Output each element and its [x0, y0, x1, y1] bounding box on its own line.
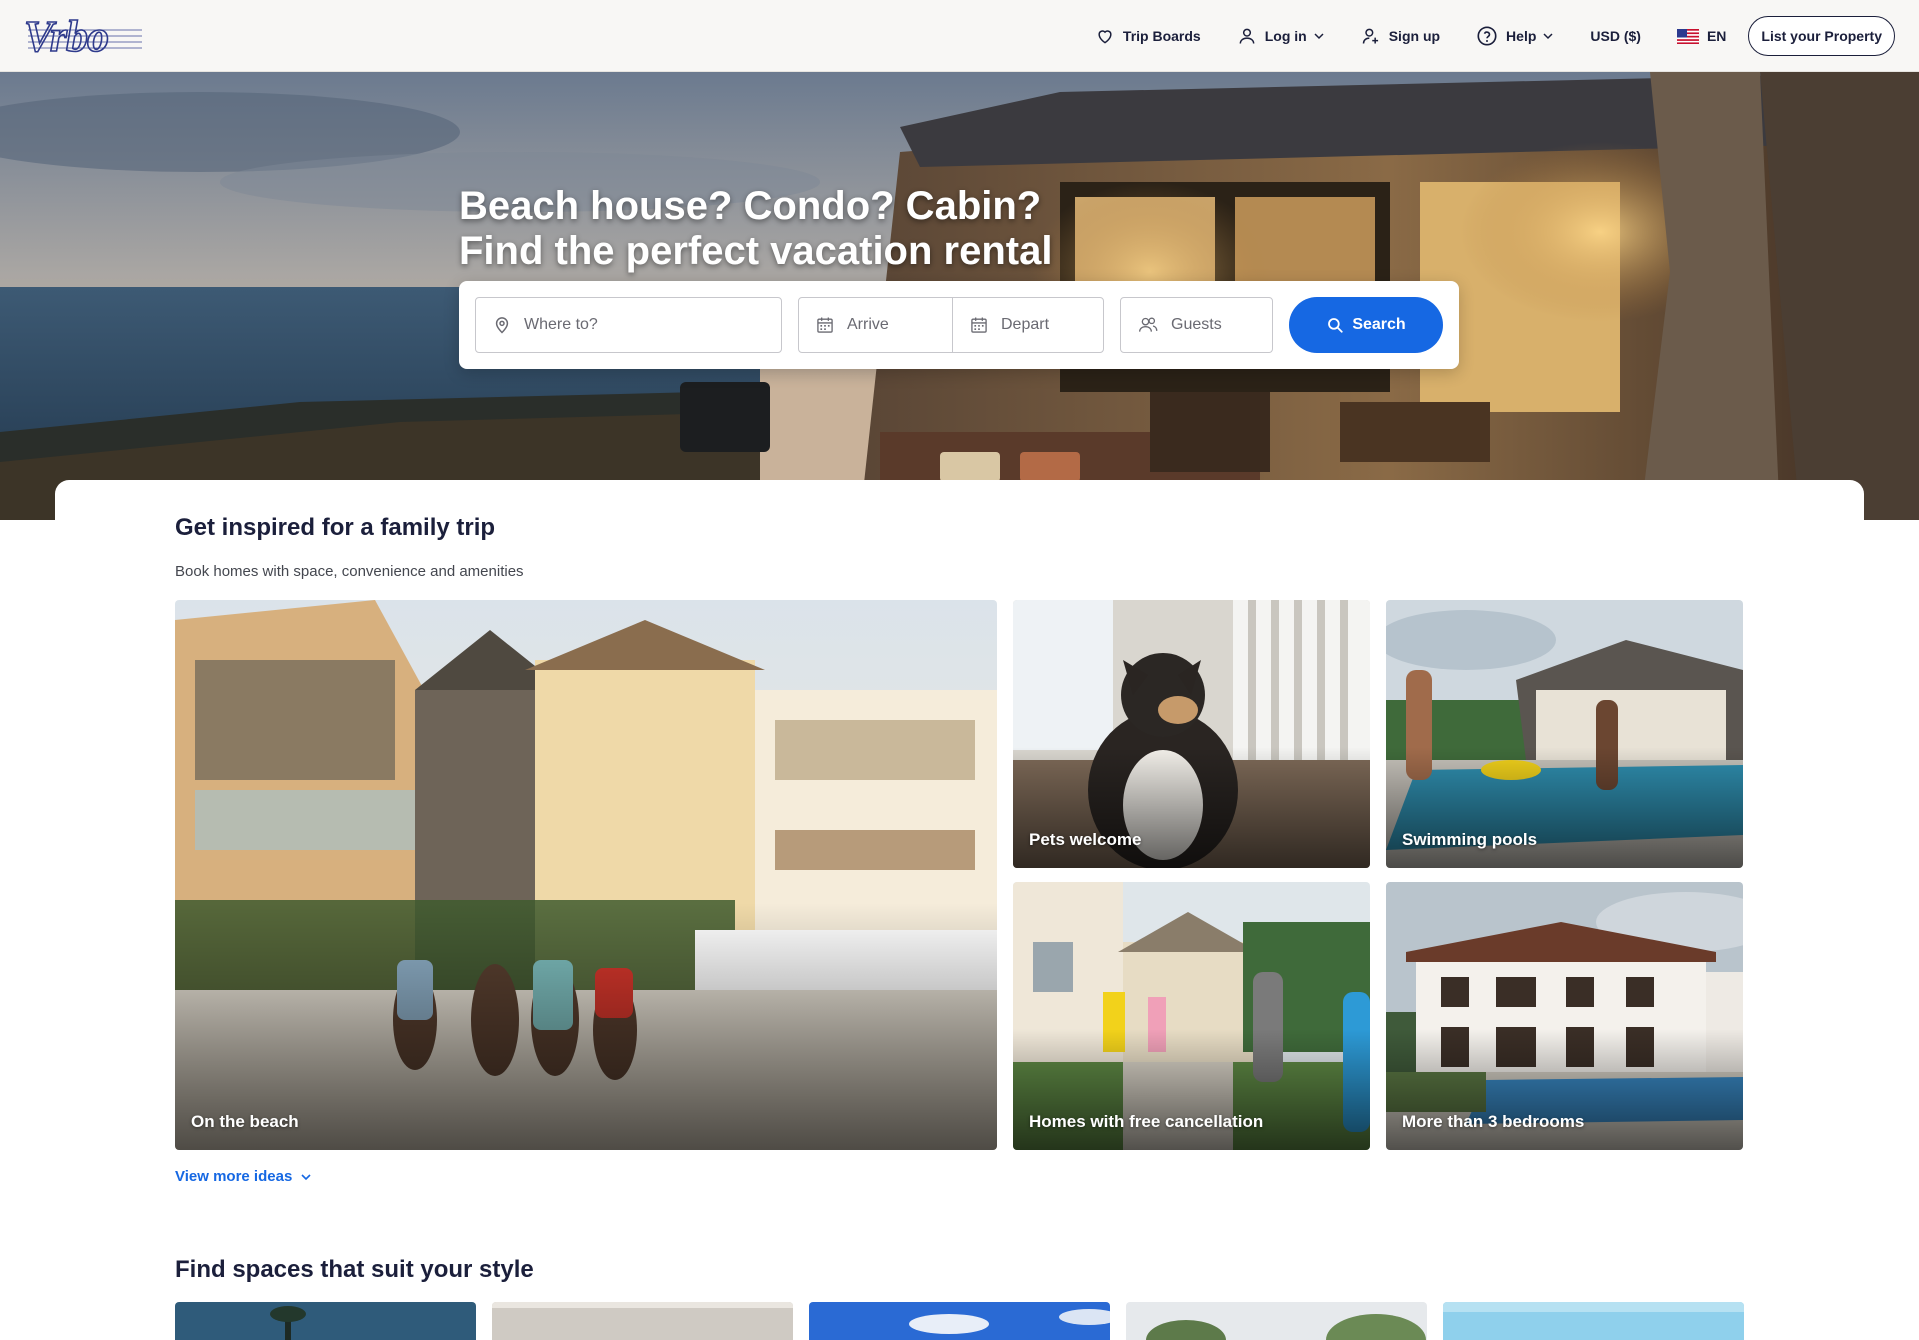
location-pin-icon [495, 317, 509, 334]
guests-icon [1139, 317, 1158, 332]
arrive-date-input[interactable]: Arrive [798, 297, 953, 353]
guests-input[interactable]: Guests [1120, 297, 1273, 353]
style-tile-image [492, 1302, 793, 1340]
style-tile-image [1126, 1302, 1427, 1340]
help-circle-icon [1477, 26, 1497, 46]
tile-label: Swimming pools [1402, 830, 1538, 849]
hero-banner: Beach house? Condo? Cabin? Find the perf… [0, 72, 1919, 520]
inspired-section-title: Get inspired for a family trip [175, 514, 496, 541]
view-more-ideas-link[interactable]: View more ideas [175, 1168, 312, 1185]
tile-label: Homes with free cancellation [1029, 1112, 1264, 1131]
spaces-section-title: Find spaces that suit your style [175, 1256, 534, 1283]
vrbo-logo[interactable]: Vrbo [22, 10, 152, 62]
inspiration-tile-more-than-3-bedrooms[interactable]: More than 3 bedrooms [1386, 882, 1743, 1150]
style-tile-image [809, 1302, 1110, 1340]
us-flag-icon [1676, 28, 1699, 44]
view-more-ideas-label: View more ideas [175, 1168, 293, 1185]
style-tile-image [1443, 1302, 1744, 1340]
hero-title: Beach house? Condo? Cabin? Find the perf… [459, 184, 1052, 274]
trip-boards-label: Trip Boards [1122, 28, 1201, 44]
style-tile[interactable] [492, 1302, 793, 1340]
help-label: Help [1506, 28, 1537, 44]
style-tile[interactable] [809, 1302, 1110, 1340]
destination-input[interactable]: Where to? [475, 297, 782, 353]
sign-up-label: Sign up [1388, 28, 1441, 44]
arrive-placeholder: Arrive [847, 316, 889, 333]
search-icon [1328, 318, 1343, 333]
tile-label: More than 3 bedrooms [1402, 1112, 1585, 1131]
tile-label: On the beach [191, 1112, 299, 1131]
log-in-menu[interactable]: Log in [1237, 26, 1325, 46]
style-tile-image [175, 1302, 476, 1340]
inspiration-tile-swimming-pools[interactable]: Swimming pools [1386, 600, 1743, 868]
inspired-section-subtitle: Book homes with space, convenience and a… [175, 563, 524, 580]
header-nav: Trip Boards Log in Sign up Help USD ($) [1059, 16, 1895, 56]
language-selector[interactable]: EN [1676, 28, 1727, 44]
sign-up-link[interactable]: Sign up [1361, 26, 1440, 46]
top-header: Vrbo Trip Boards Log in Sign up Help [0, 0, 1919, 72]
guests-placeholder: Guests [1171, 316, 1222, 333]
inspiration-tile-free-cancellation[interactable]: Homes with free cancellation [1013, 882, 1370, 1150]
search-panel: Where to? Arrive Depart Guests Search [459, 281, 1459, 369]
chevron-down-icon [1543, 33, 1553, 40]
user-icon [1239, 28, 1255, 44]
depart-date-input[interactable]: Depart [952, 297, 1104, 353]
destination-placeholder: Where to? [524, 316, 598, 333]
list-your-property-button[interactable]: List your Property [1748, 16, 1895, 56]
currency-label: USD ($) [1590, 28, 1641, 44]
help-menu[interactable]: Help [1476, 25, 1554, 47]
tile-label: Pets welcome [1029, 830, 1142, 849]
search-button-label: Search [1352, 316, 1406, 333]
calendar-icon [971, 317, 987, 333]
language-label: EN [1706, 28, 1727, 44]
hero-title-line-1: Beach house? Condo? Cabin? [459, 184, 1042, 228]
inspiration-tile-on-the-beach[interactable]: On the beach [175, 600, 997, 1150]
inspiration-tile-pets-welcome[interactable]: Pets welcome [1013, 600, 1370, 868]
chevron-down-icon [301, 1173, 311, 1180]
currency-selector[interactable]: USD ($) [1590, 28, 1641, 44]
style-tile[interactable] [1443, 1302, 1744, 1340]
trip-boards-link[interactable]: Trip Boards [1095, 26, 1201, 46]
hero-title-line-2: Find the perfect vacation rental [459, 229, 1053, 273]
heart-icon [1098, 30, 1112, 44]
chevron-down-icon [1314, 33, 1324, 40]
calendar-icon [817, 317, 833, 333]
log-in-label: Log in [1264, 28, 1307, 44]
depart-placeholder: Depart [1001, 316, 1050, 333]
add-user-icon [1362, 28, 1378, 44]
search-button[interactable]: Search [1289, 297, 1443, 353]
style-tile[interactable] [1126, 1302, 1427, 1340]
style-tile[interactable] [175, 1302, 476, 1340]
